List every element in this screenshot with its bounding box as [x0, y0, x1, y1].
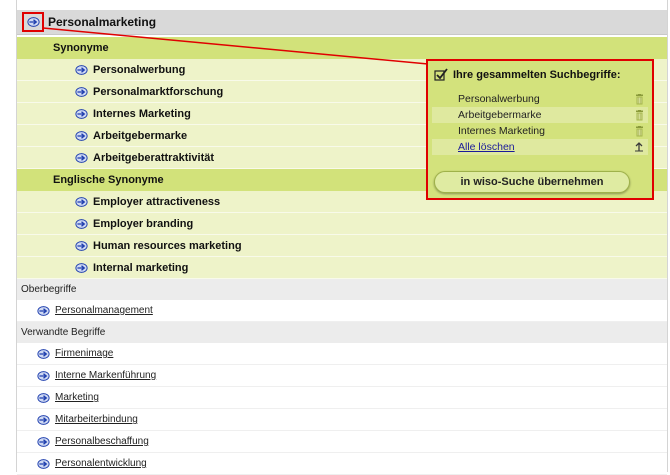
- arrow-circle-icon[interactable]: [75, 109, 88, 119]
- link[interactable]: Firmenimage: [55, 348, 113, 359]
- arrow-circle-icon[interactable]: [75, 153, 88, 163]
- trash-icon[interactable]: [635, 110, 644, 121]
- collected-terms-panel: Ihre gesammelten Suchbegriffe: Personalw…: [426, 59, 654, 200]
- panel-title: Ihre gesammelten Suchbegriffe:: [434, 68, 621, 82]
- arrow-circle-icon[interactable]: [37, 437, 50, 447]
- arrow-circle-icon[interactable]: [75, 241, 88, 251]
- trash-icon[interactable]: [635, 94, 644, 105]
- arrow-circle-icon[interactable]: [37, 415, 50, 425]
- delete-all-link[interactable]: Alle löschen: [458, 141, 515, 153]
- link[interactable]: Personalentwicklung: [55, 458, 147, 469]
- link[interactable]: Marketing: [55, 392, 99, 403]
- list-item[interactable]: Human resources marketing: [17, 235, 667, 257]
- link[interactable]: Interne Markenführung: [55, 370, 156, 381]
- delete-all-row: Alle löschen: [432, 139, 648, 155]
- section-synonyme: Synonyme: [17, 37, 667, 59]
- section-verwandte-begriffe: Verwandte Begriffe: [17, 322, 667, 343]
- arrow-circle-icon[interactable]: [75, 263, 88, 273]
- page-title: Personalmarketing: [48, 15, 157, 29]
- arrow-circle-icon[interactable]: [37, 349, 50, 359]
- list-item[interactable]: Mitarbeiterbindung: [17, 409, 667, 431]
- list-item[interactable]: Internal marketing: [17, 257, 667, 279]
- arrow-up-icon[interactable]: [634, 142, 644, 152]
- arrow-circle-icon[interactable]: [75, 219, 88, 229]
- arrow-circle-icon[interactable]: [37, 459, 50, 469]
- link[interactable]: Personalbeschaffung: [55, 436, 149, 447]
- arrow-circle-icon[interactable]: [75, 65, 88, 75]
- link[interactable]: Personalmanagement: [55, 305, 153, 316]
- list-item[interactable]: Firmenimage: [17, 343, 667, 365]
- arrow-circle-icon[interactable]: [37, 306, 50, 316]
- list-item[interactable]: Personalmanagement: [17, 300, 667, 322]
- list-item[interactable]: Marketing: [17, 387, 667, 409]
- list-item[interactable]: Employer branding: [17, 213, 667, 235]
- checklist-icon: [434, 68, 448, 81]
- arrow-circle-icon[interactable]: [75, 197, 88, 207]
- arrow-circle-icon[interactable]: [75, 87, 88, 97]
- selected-term: Personalwerbung: [432, 91, 648, 107]
- link[interactable]: Mitarbeiterbindung: [55, 414, 138, 425]
- list-item[interactable]: Personalbeschaffung: [17, 431, 667, 453]
- list-item[interactable]: Interne Markenführung: [17, 365, 667, 387]
- selected-term: Internes Marketing: [432, 123, 648, 139]
- arrow-circle-icon[interactable]: [37, 393, 50, 403]
- arrow-circle-icon[interactable]: [75, 131, 88, 141]
- selected-term: Arbeitgebermarke: [432, 107, 648, 123]
- term-header: Personalmarketing: [17, 10, 667, 35]
- arrow-circle-icon[interactable]: [37, 371, 50, 381]
- trash-icon[interactable]: [635, 126, 644, 137]
- apply-to-search-button[interactable]: in wiso-Suche übernehmen: [434, 171, 630, 193]
- header-icon-highlight[interactable]: [22, 12, 44, 32]
- arrow-circle-icon: [27, 17, 40, 27]
- section-oberbegriffe: Oberbegriffe: [17, 279, 667, 300]
